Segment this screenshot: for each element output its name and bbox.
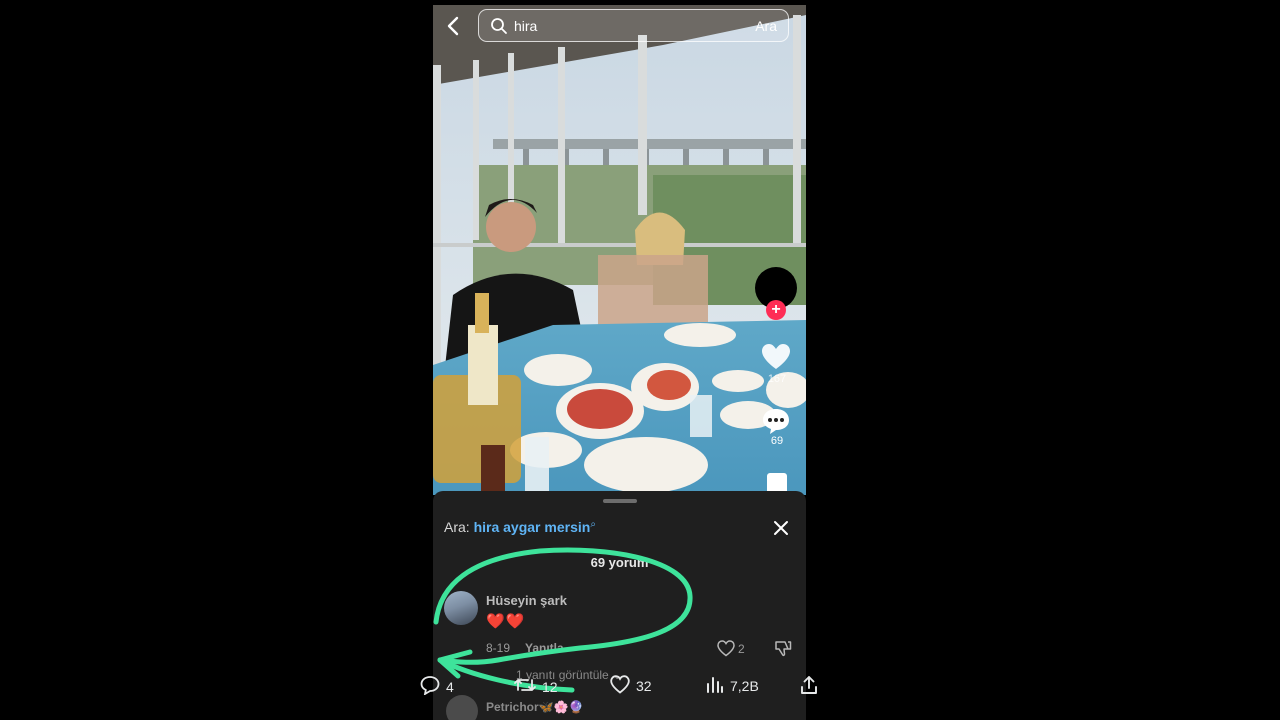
like-heart-icon	[610, 675, 630, 697]
commenter-avatar[interactable]	[444, 591, 478, 625]
search-submit-button[interactable]: Ara	[755, 18, 777, 34]
like-count: 167	[767, 373, 787, 385]
search-suggestion-query[interactable]: hira aygar mersin	[474, 519, 591, 535]
retweet-action[interactable]: 12	[514, 675, 558, 698]
comments-count: 69 yorum	[590, 555, 649, 570]
search-suggestion-prefix: Ara:	[444, 519, 470, 535]
search-small-icon: ⌕	[590, 519, 596, 530]
comment-like-count: 2	[738, 642, 745, 656]
reply-action[interactable]: 4	[420, 675, 454, 698]
share-upload-icon	[800, 675, 818, 698]
video-photo[interactable]: hira Ara + 167 69	[433, 5, 806, 495]
search-suggestion[interactable]: Ara: hira aygar mersin⌕	[444, 519, 596, 535]
reply-count: 4	[446, 678, 454, 695]
views-count: 7,2B	[730, 677, 759, 694]
comment-count: 69	[770, 435, 784, 447]
reply-button[interactable]: Yanıtla	[525, 641, 564, 655]
retweet-count: 12	[542, 678, 558, 695]
close-icon[interactable]	[773, 520, 789, 541]
like-count-tweet: 32	[636, 678, 652, 694]
retweet-icon	[514, 675, 536, 698]
search-bar[interactable]: hira Ara	[478, 9, 789, 42]
tweet-action-bar: 4 12 32 7,2B	[0, 670, 1280, 704]
restaurant-scene-image	[433, 5, 806, 495]
share-action[interactable]	[800, 675, 818, 698]
views-action[interactable]: 7,2B	[706, 675, 759, 696]
reply-bubble-icon	[420, 675, 440, 698]
comment-heart-icon[interactable]	[717, 640, 735, 662]
sheet-drag-handle[interactable]	[603, 499, 637, 503]
phone-screen: hira Ara + 167 69 Ara: hira aygar mersin…	[433, 5, 806, 720]
commenter-username[interactable]: Hüseyin şark	[486, 593, 567, 608]
comment-item: Hüseyin şark ❤️❤️ 8-19 Yanıtla 2	[433, 587, 806, 667]
views-chart-icon	[706, 675, 724, 696]
comment-date: 8-19	[486, 641, 511, 655]
like-action[interactable]: 32	[610, 675, 652, 697]
comment-text: ❤️❤️	[486, 613, 526, 630]
dislike-icon[interactable]	[774, 640, 792, 662]
follow-plus-icon[interactable]: +	[766, 300, 786, 320]
search-input-text[interactable]: hira	[514, 18, 537, 34]
